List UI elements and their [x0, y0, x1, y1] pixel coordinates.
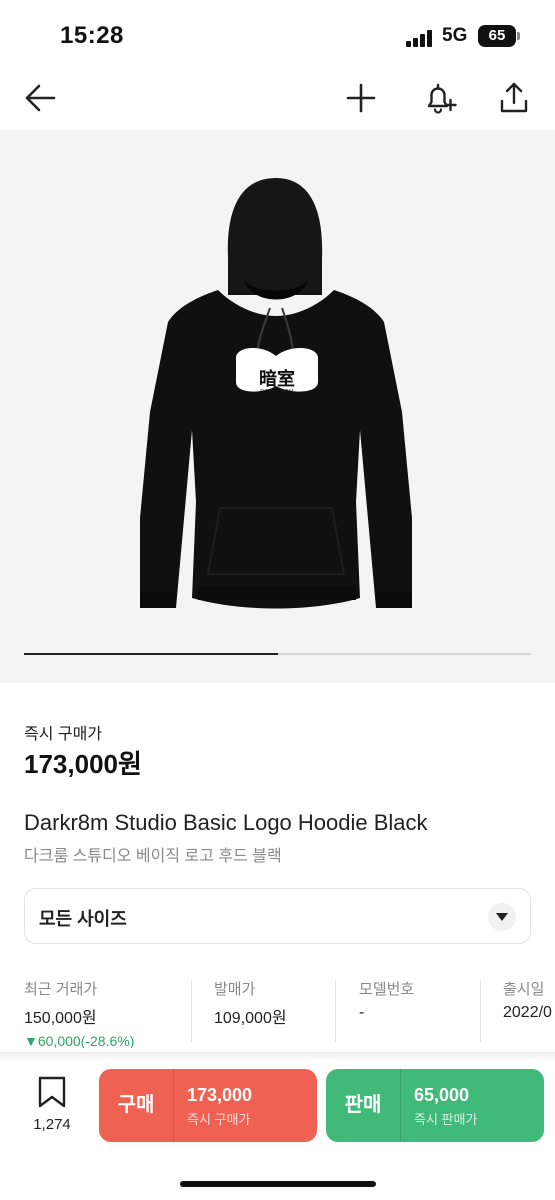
gallery-progress	[24, 653, 531, 655]
info-label: 최근 거래가	[24, 981, 98, 998]
bookmark-icon	[38, 1076, 66, 1108]
home-indicator[interactable]	[180, 1181, 376, 1187]
logo-text: 暗室	[259, 369, 295, 390]
add-button[interactable]	[341, 78, 381, 118]
status-bar: 15:28 5G 65	[0, 0, 555, 68]
signal-icon	[406, 29, 434, 47]
sell-price: 65,000	[414, 1085, 470, 1105]
size-select[interactable]: 모든 사이즈	[24, 888, 531, 944]
price-change: ▼60,000(-28.6%)	[24, 1033, 135, 1048]
back-button[interactable]	[20, 78, 60, 118]
info-value: 2022/0	[503, 1004, 552, 1021]
share-icon	[500, 82, 528, 113]
gallery-progress-fill	[24, 653, 278, 655]
product-title-en: Darkr8m Studio Basic Logo Hoodie Black	[24, 810, 428, 835]
info-model-number: 모델번호 -	[359, 978, 414, 1048]
bottom-bar-shadow	[0, 1052, 555, 1062]
info-release-price: 발매가 109,000원	[214, 978, 287, 1048]
info-recent-price: 최근 거래가 150,000원 ▼60,000(-28.6%)	[24, 978, 134, 1048]
info-divider	[335, 980, 336, 1042]
sell-sub-label: 즉시 판매가	[414, 1112, 478, 1127]
info-divider	[191, 980, 192, 1042]
buy-sub-label: 즉시 구매가	[187, 1112, 251, 1127]
buy-price: 173,000	[187, 1085, 253, 1105]
info-label: 발매가	[214, 981, 256, 998]
info-value: -	[359, 1004, 365, 1021]
size-select-label: 모든 사이즈	[39, 909, 127, 929]
bell-plus-icon	[427, 83, 457, 114]
nav-bar	[0, 68, 555, 130]
share-button[interactable]	[494, 78, 534, 118]
logo-subtext: DARKROOM	[260, 389, 294, 395]
product-info-row: 최근 거래가 150,000원 ▼60,000(-28.6%) 발매가 109,…	[0, 978, 555, 1048]
info-label: 출시일	[503, 981, 545, 998]
battery-cap	[517, 32, 520, 40]
bookmark-button[interactable]: 1,274	[26, 1076, 78, 1136]
plus-icon	[346, 83, 376, 113]
status-time: 15:28	[60, 22, 124, 49]
info-value: 109,000원	[214, 1010, 287, 1027]
info-label: 모델번호	[359, 981, 415, 998]
info-release-date: 출시일 2022/0	[503, 978, 552, 1048]
product-image-gallery[interactable]: 暗室 DARKROOM	[0, 130, 555, 683]
chevron-down-icon	[488, 903, 516, 931]
buy-button[interactable]: 구매 173,000 즉시 구매가	[99, 1069, 317, 1142]
buy-label: 구매	[117, 1094, 155, 1116]
info-divider	[480, 980, 481, 1042]
sell-divider	[400, 1069, 401, 1142]
price-label: 즉시 구매가	[24, 726, 103, 743]
buy-divider	[173, 1069, 174, 1142]
sell-label: 판매	[344, 1094, 382, 1116]
price-value: 173,000원	[24, 749, 142, 779]
alert-button[interactable]	[419, 78, 459, 118]
sell-button[interactable]: 판매 65,000 즉시 판매가	[326, 1069, 544, 1142]
network-label: 5G	[442, 25, 468, 46]
info-value: 150,000원	[24, 1010, 97, 1027]
bookmark-count: 1,274	[33, 1116, 71, 1133]
battery-icon: 65	[478, 25, 516, 47]
product-title-ko: 다크룸 스튜디오 베이직 로고 후드 블랙	[24, 848, 282, 865]
back-arrow-icon	[25, 84, 56, 112]
